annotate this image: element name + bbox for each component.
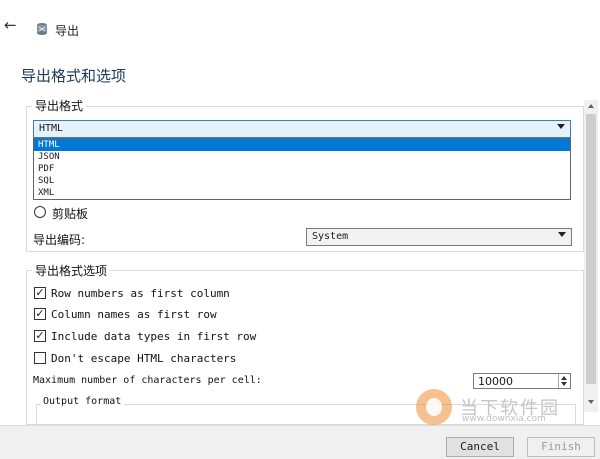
cancel-button[interactable]: Cancel [446,437,514,457]
spin-down-icon[interactable] [561,382,567,386]
escape-html-checkbox[interactable] [34,352,46,364]
dropdown-option-sql[interactable]: SQL [34,175,570,187]
dropdown-option-json[interactable]: JSON [34,151,570,163]
window-title: 导出 [55,24,80,38]
column-names-checkbox[interactable]: ✓ [34,308,46,320]
row-numbers-checkbox[interactable]: ✓ [34,287,46,299]
data-types-label: Include data types in first row [51,330,257,343]
max-chars-spinbox[interactable]: 10000 [473,373,571,389]
row-numbers-label: Row numbers as first column [51,287,230,300]
spin-up-icon[interactable] [561,376,567,380]
encoding-value: System [312,231,349,242]
watermark-url: www.downxia.com [462,414,546,424]
export-format-selected: HTML [39,123,64,134]
database-icon [37,23,47,35]
escape-html-label: Don't escape HTML characters [51,352,237,365]
max-chars-label: Maximum number of characters per cell: [33,375,262,386]
chevron-down-icon [557,124,565,129]
scroll-down-icon[interactable] [588,400,594,404]
data-types-checkbox[interactable]: ✓ [34,330,46,342]
encoding-label: 导出编码: [33,233,86,247]
dropdown-option-xml[interactable]: XML [34,187,570,199]
scroll-up-icon[interactable] [588,104,594,108]
clipboard-radio[interactable] [34,206,46,218]
output-format-legend: Output format [40,396,125,407]
watermark-logo-inner [426,398,442,416]
export-format-legend: 导出格式 [32,97,87,114]
export-format-dropdown-list[interactable]: HTML JSON PDF SQL XML [33,138,571,200]
dropdown-option-pdf[interactable]: PDF [34,163,570,175]
page-title: 导出格式和选项 [21,67,127,85]
clipboard-label: 剪贴板 [52,207,89,221]
export-options-legend: 导出格式选项 [32,262,111,279]
chevron-down-icon [558,232,566,237]
max-chars-value: 10000 [478,375,513,388]
spin-buttons[interactable] [558,374,570,388]
encoding-combobox[interactable]: System [306,228,572,246]
scrollbar-thumb[interactable] [586,114,596,384]
finish-button[interactable]: Finish [527,437,595,457]
dropdown-option-html[interactable]: HTML [34,139,570,151]
column-names-label: Column names as first row [51,308,217,321]
back-arrow-icon[interactable]: ← [4,17,20,33]
export-format-combobox[interactable]: HTML [33,120,571,138]
